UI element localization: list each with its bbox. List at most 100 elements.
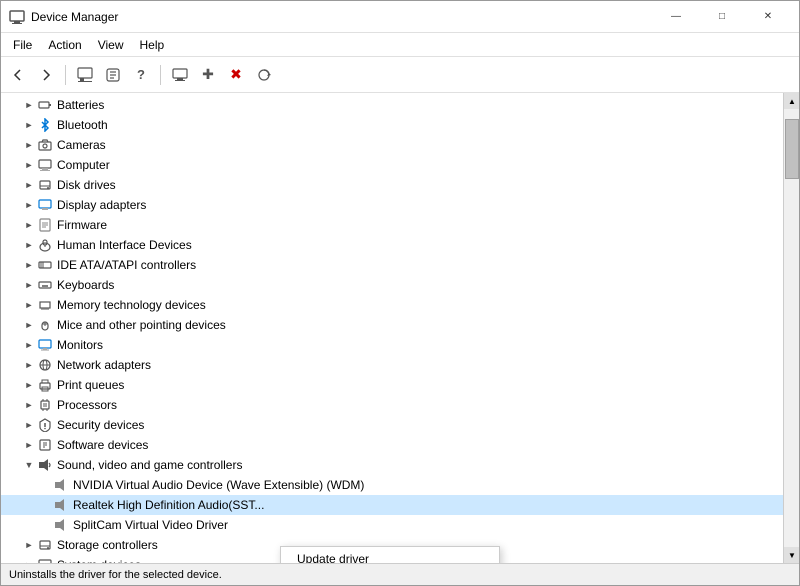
tree-item-mice[interactable]: ► Mice and other pointing devices bbox=[1, 315, 783, 335]
tree-panel[interactable]: ► Batteries ► Bluetooth ► Cameras bbox=[1, 93, 783, 563]
tree-arrow-computer: ► bbox=[21, 157, 37, 173]
tree-label-processors: Processors bbox=[57, 398, 117, 412]
tree-item-processors[interactable]: ► Processors bbox=[1, 395, 783, 415]
menu-action[interactable]: Action bbox=[40, 36, 89, 54]
tree-arrow-security: ► bbox=[21, 417, 37, 433]
tree-arrow-software: ► bbox=[21, 437, 37, 453]
tree-item-keyboards[interactable]: ► Keyboards bbox=[1, 275, 783, 295]
tree-label-print: Print queues bbox=[57, 378, 124, 392]
tree-arrow-monitors: ► bbox=[21, 337, 37, 353]
tree-label-realtek: Realtek High Definition Audio(SST... bbox=[73, 498, 264, 512]
tree-icon-print bbox=[37, 377, 53, 393]
menubar: File Action View Help bbox=[1, 33, 799, 57]
tree-item-cameras[interactable]: ► Cameras bbox=[1, 135, 783, 155]
tree-arrow-sound: ▼ bbox=[21, 457, 37, 473]
back-button[interactable] bbox=[5, 62, 31, 88]
tree-arrow-storage: ► bbox=[21, 537, 37, 553]
tree-label-mice: Mice and other pointing devices bbox=[57, 318, 226, 332]
tree-item-bluetooth[interactable]: ► Bluetooth bbox=[1, 115, 783, 135]
tree-item-splitcam[interactable]: ► SplitCam Virtual Video Driver bbox=[1, 515, 783, 535]
title-bar: Device Manager — □ ✕ bbox=[1, 1, 799, 33]
tree-icon-bluetooth bbox=[37, 117, 53, 133]
tree-item-software[interactable]: ► Software devices bbox=[1, 435, 783, 455]
tree-arrow-display-adapters: ► bbox=[21, 197, 37, 213]
tree-item-sound[interactable]: ▼ Sound, video and game controllers bbox=[1, 455, 783, 475]
title-controls: — □ ✕ bbox=[653, 1, 791, 33]
tree-icon-processors bbox=[37, 397, 53, 413]
remove-button[interactable]: ✖ bbox=[223, 62, 249, 88]
scroll-down-button[interactable]: ▼ bbox=[784, 547, 799, 563]
tree-icon-keyboards bbox=[37, 277, 53, 293]
tree-item-print[interactable]: ► Print queues bbox=[1, 375, 783, 395]
tree-icon-monitors bbox=[37, 337, 53, 353]
ctx-update-driver[interactable]: Update driver bbox=[281, 547, 499, 563]
tree-item-batteries[interactable]: ► Batteries bbox=[1, 95, 783, 115]
tree-icon-network bbox=[37, 357, 53, 373]
tree-label-cameras: Cameras bbox=[57, 138, 106, 152]
tree-item-disk-drives[interactable]: ► Disk drives bbox=[1, 175, 783, 195]
properties-button[interactable] bbox=[72, 62, 98, 88]
tree-label-storage: Storage controllers bbox=[57, 538, 158, 552]
tree-arrow-disk-drives: ► bbox=[21, 177, 37, 193]
tree-label-display-adapters: Display adapters bbox=[57, 198, 146, 212]
tree-item-monitors[interactable]: ► Monitors bbox=[1, 335, 783, 355]
tree-arrow-print: ► bbox=[21, 377, 37, 393]
tree-icon-nvidia bbox=[53, 477, 69, 493]
tree-icon-sound bbox=[37, 457, 53, 473]
menu-view[interactable]: View bbox=[90, 36, 132, 54]
update-button[interactable] bbox=[100, 62, 126, 88]
help-button[interactable]: ? bbox=[128, 62, 154, 88]
menu-help[interactable]: Help bbox=[132, 36, 173, 54]
tree-arrow-bluetooth: ► bbox=[21, 117, 37, 133]
tree-item-hid[interactable]: ► Human Interface Devices bbox=[1, 235, 783, 255]
tree-arrow-network: ► bbox=[21, 357, 37, 373]
tree-item-firmware[interactable]: ► Firmware bbox=[1, 215, 783, 235]
scan-button[interactable] bbox=[251, 62, 277, 88]
add-button[interactable]: ✚ bbox=[195, 62, 221, 88]
forward-button[interactable] bbox=[33, 62, 59, 88]
tree-icon-computer bbox=[37, 157, 53, 173]
tree-arrow-memory-tech: ► bbox=[21, 297, 37, 313]
tree-label-ide: IDE ATA/ATAPI controllers bbox=[57, 258, 196, 272]
toolbar-sep-2 bbox=[160, 65, 161, 85]
close-button[interactable]: ✕ bbox=[745, 1, 791, 33]
tree-item-display-adapters[interactable]: ► Display adapters bbox=[1, 195, 783, 215]
title-bar-left: Device Manager bbox=[9, 9, 118, 25]
tree-label-security: Security devices bbox=[57, 418, 144, 432]
tree-arrow-cameras: ► bbox=[21, 137, 37, 153]
tree-item-computer[interactable]: ► Computer bbox=[1, 155, 783, 175]
tree-icon-ide bbox=[37, 257, 53, 273]
scrollbar[interactable]: ▲ ▼ bbox=[783, 93, 799, 563]
tree-arrow-firmware: ► bbox=[21, 217, 37, 233]
tree-label-computer: Computer bbox=[57, 158, 110, 172]
tree-label-software: Software devices bbox=[57, 438, 148, 452]
tree-arrow-ide: ► bbox=[21, 257, 37, 273]
tree-item-realtek[interactable]: ► Realtek High Definition Audio(SST... bbox=[1, 495, 783, 515]
tree-label-monitors: Monitors bbox=[57, 338, 103, 352]
computer-button[interactable] bbox=[167, 62, 193, 88]
tree-item-security[interactable]: ► Security devices bbox=[1, 415, 783, 435]
tree-label-nvidia: NVIDIA Virtual Audio Device (Wave Extens… bbox=[73, 478, 364, 492]
tree-item-nvidia[interactable]: ► NVIDIA Virtual Audio Device (Wave Exte… bbox=[1, 475, 783, 495]
tree-icon-disk-drives bbox=[37, 177, 53, 193]
tree-item-ide[interactable]: ► IDE ATA/ATAPI controllers bbox=[1, 255, 783, 275]
maximize-button[interactable]: □ bbox=[699, 1, 745, 33]
app-icon bbox=[9, 9, 25, 25]
scroll-up-button[interactable]: ▲ bbox=[784, 93, 799, 109]
tree-icon-realtek bbox=[53, 497, 69, 513]
tree-label-keyboards: Keyboards bbox=[57, 278, 114, 292]
scroll-thumb[interactable] bbox=[785, 119, 799, 179]
window-title: Device Manager bbox=[31, 10, 118, 24]
minimize-button[interactable]: — bbox=[653, 1, 699, 33]
tree-item-network[interactable]: ► Network adapters bbox=[1, 355, 783, 375]
context-menu: Update driver Disable device Uninstall d… bbox=[280, 546, 500, 563]
toolbar-sep-1 bbox=[65, 65, 66, 85]
status-bar: Uninstalls the driver for the selected d… bbox=[1, 563, 799, 585]
status-text: Uninstalls the driver for the selected d… bbox=[9, 569, 222, 581]
scroll-track[interactable] bbox=[784, 109, 799, 547]
tree-label-system: System devices bbox=[57, 558, 141, 563]
tree-item-memory-tech[interactable]: ► Memory technology devices bbox=[1, 295, 783, 315]
tree-label-disk-drives: Disk drives bbox=[57, 178, 116, 192]
tree-icon-cameras bbox=[37, 137, 53, 153]
menu-file[interactable]: File bbox=[5, 36, 40, 54]
